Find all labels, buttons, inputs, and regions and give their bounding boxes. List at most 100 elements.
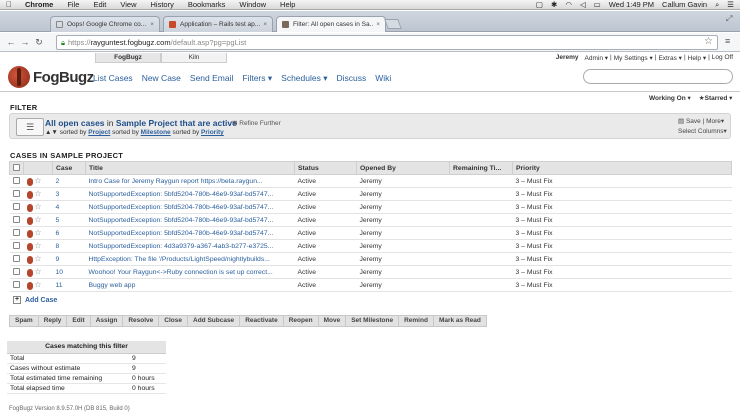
- nav-new-case[interactable]: New Case: [142, 73, 181, 84]
- table-row[interactable]: ☆ 4 NotSupportedException: 5bfd5204-780b-4…: [9, 200, 732, 214]
- address-bar[interactable]: 🔒︎ https:// rayguntest.fogbugz.com /defa…: [56, 35, 718, 50]
- row-checkbox[interactable]: [9, 174, 24, 188]
- new-tab-button[interactable]: [384, 19, 402, 29]
- volume-icon[interactable]: ◁: [580, 0, 586, 9]
- sort-priority-link[interactable]: Priority: [201, 129, 224, 136]
- browser-tab-2[interactable]: Application – Rails test ap... ×: [163, 16, 273, 32]
- reload-icon[interactable]: ↻: [32, 37, 46, 48]
- checkbox[interactable]: [12, 216, 20, 224]
- column-header-case[interactable]: Case: [52, 161, 86, 175]
- table-row[interactable]: ☆ 8 NotSupportedException: 4d3a9379-a367-4…: [9, 239, 732, 253]
- help-menu[interactable]: Help ▾: [688, 54, 706, 62]
- menu-file[interactable]: File: [60, 0, 86, 9]
- set-milestone-button[interactable]: Set Milestone: [346, 315, 400, 327]
- case-number[interactable]: 10: [52, 265, 86, 279]
- sort-milestone-link[interactable]: Milestone: [141, 129, 171, 136]
- star-icon[interactable]: ☆: [34, 215, 41, 224]
- menu-window[interactable]: Window: [232, 0, 273, 9]
- menu-chrome[interactable]: Chrome: [18, 0, 60, 9]
- table-row[interactable]: ☆ 9 HttpException: The file '/Products/Lig…: [9, 252, 732, 266]
- checkbox[interactable]: [12, 229, 20, 237]
- row-checkbox[interactable]: [9, 187, 24, 201]
- close-tab-icon[interactable]: ×: [150, 21, 154, 28]
- table-row[interactable]: ☆ 5 NotSupportedException: 5bfd5204-780b-4…: [9, 213, 732, 227]
- checkbox[interactable]: [12, 281, 20, 289]
- case-title[interactable]: NotSupportedException: 5bfd5204-780b-46e…: [85, 187, 295, 201]
- edit-button[interactable]: Edit: [67, 315, 91, 327]
- column-header-opened-by[interactable]: Opened By: [356, 161, 450, 175]
- list-view-icon[interactable]: ☰: [16, 118, 44, 136]
- menu-history[interactable]: History: [144, 0, 181, 9]
- menu-edit[interactable]: Edit: [86, 0, 113, 9]
- assign-button[interactable]: Assign: [90, 315, 124, 327]
- nav-schedules[interactable]: Schedules ▾: [281, 73, 327, 84]
- log-off-link[interactable]: Log Off: [712, 54, 733, 62]
- nav-send-email[interactable]: Send Email: [190, 73, 233, 84]
- menubar-user[interactable]: Callum Gavin: [662, 0, 707, 9]
- row-checkbox[interactable]: [9, 265, 24, 279]
- case-title[interactable]: NotSupportedException: 5bfd5204-780b-46e…: [85, 200, 295, 214]
- table-row[interactable]: ☆ 2 Intro Case for Jeremy Raygun report ht…: [9, 174, 732, 188]
- row-checkbox[interactable]: [9, 226, 24, 240]
- mark-as-read-button[interactable]: Mark as Read: [433, 315, 487, 327]
- nav-list-cases[interactable]: List Cases: [93, 73, 133, 84]
- close-button[interactable]: Close: [159, 315, 188, 327]
- select-all-checkbox[interactable]: [9, 161, 24, 175]
- bluetooth-icon[interactable]: ✱: [551, 0, 557, 9]
- case-number[interactable]: 11: [52, 278, 86, 292]
- move-button[interactable]: Move: [318, 315, 347, 327]
- back-icon[interactable]: ←: [4, 37, 18, 47]
- resolve-button[interactable]: Resolve: [123, 315, 160, 327]
- checkbox[interactable]: [12, 177, 20, 185]
- case-number[interactable]: 5: [52, 213, 86, 227]
- browser-tab-3-active[interactable]: Filter: All open cases in Sa... ×: [276, 16, 386, 32]
- case-number[interactable]: 4: [52, 200, 86, 214]
- case-title[interactable]: NotSupportedException: 4d3a9379-a367-4ab…: [85, 239, 295, 253]
- case-title[interactable]: Buggy web app: [85, 278, 295, 292]
- case-number[interactable]: 3: [52, 187, 86, 201]
- row-checkbox[interactable]: [9, 278, 24, 292]
- column-header-remaining-time[interactable]: Remaining Ti...: [449, 161, 513, 175]
- star-icon[interactable]: ☆: [34, 267, 41, 276]
- reopen-button[interactable]: Reopen: [283, 315, 319, 327]
- star-icon[interactable]: ☆: [34, 189, 41, 198]
- browser-tab-1[interactable]: Oops! Google Chrome co... ×: [50, 16, 160, 32]
- search-input[interactable]: [583, 69, 733, 84]
- filter-all-open-cases[interactable]: All open cases: [45, 118, 105, 128]
- reactivate-button[interactable]: Reactivate: [240, 315, 284, 327]
- spotlight-icon[interactable]: ⌕: [715, 0, 719, 10]
- checkbox[interactable]: [12, 203, 20, 211]
- dropbox-icon[interactable]: ▢: [536, 0, 543, 9]
- filter-project[interactable]: Sample Project: [116, 118, 177, 128]
- checkbox[interactable]: [12, 268, 20, 276]
- menu-view[interactable]: View: [113, 0, 143, 9]
- table-row[interactable]: ☆ 11 Buggy web app Active Jeremy 3 – Must Fix: [9, 278, 732, 292]
- notifications-icon[interactable]: ☰: [727, 0, 734, 9]
- column-header-priority[interactable]: Priority: [512, 161, 732, 175]
- case-title[interactable]: NotSupportedException: 5bfd5204-780b-46e…: [85, 226, 295, 240]
- case-number[interactable]: 9: [52, 252, 86, 266]
- add-subcase-button[interactable]: Add Subcase: [188, 315, 241, 327]
- menu-help[interactable]: Help: [273, 0, 302, 9]
- nav-filters[interactable]: Filters ▾: [242, 73, 272, 84]
- add-case-button[interactable]: + Add Case: [13, 296, 57, 304]
- refine-further-link[interactable]: ⊞ Refine Further: [232, 119, 281, 127]
- starred-menu[interactable]: ★Starred ▾: [699, 94, 733, 102]
- menu-bookmarks[interactable]: Bookmarks: [181, 0, 233, 9]
- column-header-title[interactable]: Title: [85, 161, 295, 175]
- row-checkbox[interactable]: [9, 213, 24, 227]
- apple-menu-icon[interactable]: : [0, 0, 18, 9]
- table-row[interactable]: ☆ 10 Woohoo! Your Raygun<->Ruby connection…: [9, 265, 732, 279]
- star-icon[interactable]: ☆: [34, 202, 41, 211]
- star-icon[interactable]: ☆: [34, 176, 41, 185]
- product-tab-kiln[interactable]: Kiln: [161, 53, 227, 63]
- product-tab-fogbugz[interactable]: FogBugz: [95, 53, 161, 63]
- current-user[interactable]: Jeremy: [556, 54, 579, 62]
- case-number[interactable]: 6: [52, 226, 86, 240]
- fullscreen-icon[interactable]: ⤢: [726, 14, 732, 24]
- checkbox[interactable]: [12, 255, 20, 263]
- select-columns-menu[interactable]: Select Columns▾: [678, 127, 727, 137]
- star-icon[interactable]: ☆: [34, 228, 41, 237]
- nav-wiki[interactable]: Wiki: [375, 73, 391, 84]
- chrome-menu-icon[interactable]: ≡: [725, 36, 730, 46]
